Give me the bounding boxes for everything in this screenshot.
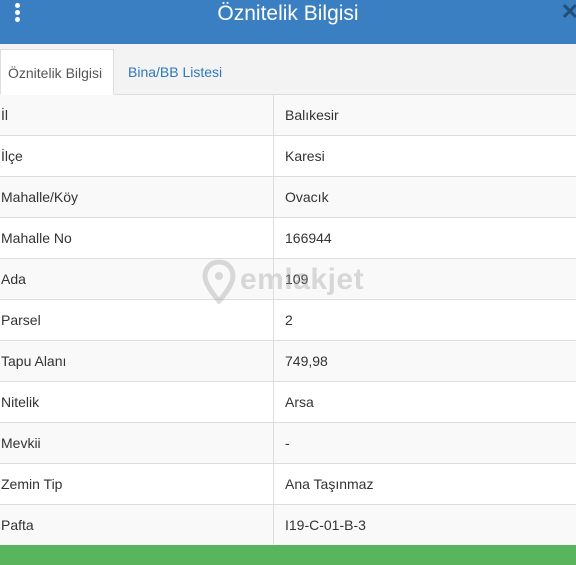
row-value: Karesi: [285, 148, 325, 164]
table-row: Tapu Alanı 749,98: [0, 341, 576, 382]
table-row: Ada 109: [0, 259, 576, 300]
row-label: Tapu Alanı: [1, 353, 67, 369]
table-row: İlçe Karesi: [0, 136, 576, 177]
row-value: 749,98: [285, 353, 328, 369]
table-row: Zemin Tip Ana Taşınmaz: [0, 464, 576, 505]
row-label: Pafta: [1, 517, 34, 533]
row-label: İlçe: [1, 148, 23, 164]
footer-bar: [0, 545, 576, 565]
row-value: Balıkesir: [285, 107, 339, 123]
row-value: 166944: [285, 230, 332, 246]
tab-bar: Öznitelik Bilgisi Bina/BB Listesi: [0, 44, 576, 95]
row-value: I19-C-01-B-3: [285, 517, 366, 533]
table-row: Nitelik Arsa: [0, 382, 576, 423]
row-value: 2: [285, 312, 293, 328]
row-value: Ovacık: [285, 189, 329, 205]
row-label: Zemin Tip: [1, 476, 63, 492]
row-label: Parsel: [1, 312, 41, 328]
table-row: İl Balıkesir: [0, 95, 576, 136]
row-label: Nitelik: [1, 394, 40, 410]
row-label: Mevkii: [1, 435, 41, 451]
table-row: Mahalle/Köy Ovacık: [0, 177, 576, 218]
row-value: -: [285, 435, 290, 451]
table-row: Mevkii -: [0, 423, 576, 464]
table-row: Mahalle No 166944: [0, 218, 576, 259]
row-label: Mahalle No: [1, 230, 72, 246]
table-row: Parsel 2: [0, 300, 576, 341]
attribute-table: İl Balıkesir İlçe Karesi Mahalle/Köy Ovacık…: [0, 95, 576, 546]
table-row: Pafta I19-C-01-B-3: [0, 505, 576, 546]
row-label: İl: [1, 107, 8, 123]
row-value: 109: [285, 271, 309, 287]
dialog-title: Öznitelik Bilgisi: [217, 2, 359, 25]
row-label: Ada: [1, 271, 26, 287]
row-label: Mahalle/Köy: [1, 189, 79, 205]
row-value: Arsa: [285, 394, 314, 410]
dialog-header: Öznitelik Bilgisi ✕: [0, 0, 576, 44]
tab-oznitelik-bilgisi[interactable]: Öznitelik Bilgisi: [0, 49, 114, 95]
tab-bina-bb-listesi[interactable]: Bina/BB Listesi: [121, 49, 229, 95]
close-icon[interactable]: ✕: [561, 1, 576, 23]
row-value: Ana Taşınmaz: [285, 476, 374, 492]
